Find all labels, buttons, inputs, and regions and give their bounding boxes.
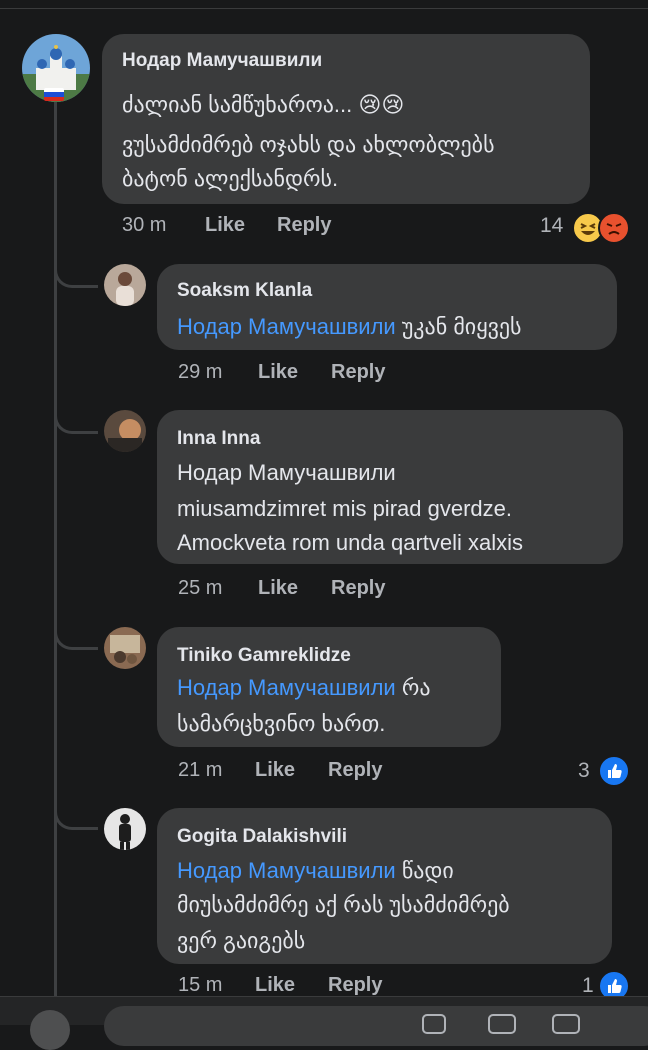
timestamp[interactable]: 25 m [178,577,222,600]
comment-text-line: Нодар Мамучашвили [177,460,396,485]
thread-connector [54,406,98,434]
comment-text-line: ბატონ ალექსანდრს. [122,166,339,191]
comment-text-line: მიუსამძიმრე აქ რას უსამძიმრებ [177,892,510,917]
avatar[interactable] [104,410,146,452]
author-name[interactable]: Tiniko Gamreklidze [177,645,351,667]
mention-link[interactable]: Нодар Мамучашвили [177,675,396,700]
timestamp[interactable]: 15 m [178,974,222,997]
avatar[interactable] [104,808,146,850]
reply-button[interactable]: Reply [277,214,331,237]
reaction-count[interactable]: 1 [582,974,594,998]
reply-button[interactable]: Reply [328,974,382,997]
author-name[interactable]: Gogita Dalakishvili [177,826,347,848]
like-button[interactable]: Like [258,361,298,384]
thread-connector [54,802,98,830]
author-name[interactable]: Soaksm Klanla [177,280,312,302]
comment-bubble[interactable]: Нодар Мамучашвили ძალიან სამწუხაროა... 😢… [102,34,590,204]
mention-link[interactable]: Нодар Мамучашвили [177,858,396,883]
comment-text-line: Нодар Мамучашвили წადი [177,854,454,888]
reaction-count[interactable]: 14 [540,214,563,238]
top-divider [0,0,648,9]
camera-icon[interactable] [552,1014,580,1034]
comment-text-line: Amockveta rom unda qartveli xalxis [177,530,524,555]
comment-text-line: სამარცხვინო ხართ. [177,711,386,736]
thread-connector [54,622,98,650]
comment-text: უკან მიყვეს [395,314,522,339]
comment-text-line: Нодар Мамучашвили რა [177,671,431,705]
comment-bubble[interactable]: Soaksm Klanla Нодар Мамучашвили უკან მიყ… [157,264,617,350]
like-button[interactable]: Like [255,759,295,782]
comment-bubble[interactable]: Gogita Dalakishvili Нодар Мамучашвили წა… [157,808,612,964]
thread-connector [54,260,98,288]
comment-text-line: ვერ გაიგებს [177,928,306,953]
avatar[interactable] [104,264,146,306]
avatar[interactable] [104,627,146,669]
like-button[interactable]: Like [255,974,295,997]
sticker-icon[interactable] [422,1014,446,1034]
reply-button[interactable]: Reply [331,361,385,384]
gif-icon[interactable] [488,1014,516,1034]
like-button[interactable]: Like [258,577,298,600]
thread-line [54,100,57,1005]
comment-text-line: ვუსამძიმრებ ოჯახს და ახლობლებს [122,132,495,157]
timestamp[interactable]: 21 m [178,759,222,782]
comment-text: რა [395,675,431,700]
mention-link[interactable]: Нодар Мамучашвили [177,314,396,339]
flag-badge [44,88,64,101]
reply-button[interactable]: Reply [328,759,382,782]
like-thumb-icon[interactable] [598,755,630,787]
reply-button[interactable]: Reply [331,577,385,600]
timestamp[interactable]: 29 m [178,361,222,384]
comment-bubble[interactable]: Tiniko Gamreklidze Нодар Мамучашвили რა … [157,627,501,747]
composer-avatar [30,1010,70,1050]
author-name[interactable]: Inna Inna [177,428,260,450]
comment-text-line: Нодар Мамучашвили უკან მიყვეს [177,310,522,344]
author-name[interactable]: Нодар Мамучашвили [122,50,322,72]
comment-bubble[interactable]: Inna Inna Нодар Мамучашвили miusamdzimre… [157,410,623,564]
timestamp[interactable]: 30 m [122,214,166,237]
comment-text-line: miusamdzimret mis pirad gverdze. [177,496,512,521]
comment-text-line: ძალიან სამწუხაროა... 😢😢 [122,92,405,117]
reaction-count[interactable]: 3 [578,759,590,783]
angry-emoji-icon[interactable] [598,212,630,244]
comment-text: წადი [395,858,454,883]
like-button[interactable]: Like [205,214,245,237]
